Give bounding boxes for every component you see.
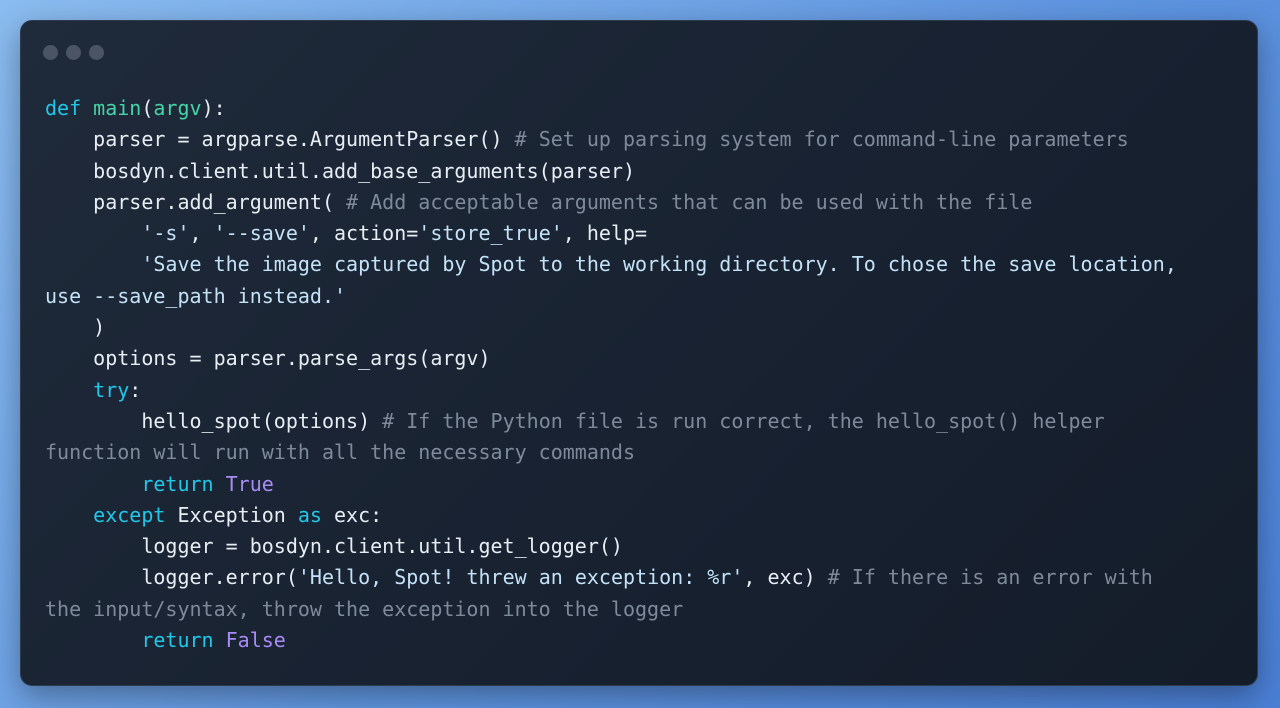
window-dot-3 (89, 45, 104, 60)
code-line: the input/syntax, throw the exception in… (45, 594, 1237, 625)
code-line: options = parser.parse_args(argv) (45, 343, 1237, 374)
code-token-plain: Exception (177, 502, 298, 527)
code-line: '-s', '--save', action='store_true', hel… (45, 218, 1237, 249)
code-line: bosdyn.client.util.add_base_arguments(pa… (45, 156, 1237, 187)
code-line: use --save_path instead.' (45, 281, 1237, 312)
code-token-bool: True (225, 471, 274, 496)
window-dot-2 (66, 45, 81, 60)
code-line: return True (45, 469, 1237, 500)
code-line: function will run with all the necessary… (45, 437, 1237, 468)
code-token-plain: ): (201, 96, 226, 120)
code-window: def main(argv): parser = argparse.Argume… (20, 20, 1258, 686)
code-block: def main(argv): parser = argparse.Argume… (45, 93, 1237, 656)
code-token-plain: , action= (309, 221, 419, 246)
code-token-plain: ) (45, 315, 106, 340)
code-token-str: 'Hello, Spot! threw an exception: %r' (297, 565, 744, 590)
code-token-bool: False (225, 628, 286, 653)
code-token-kw: return (141, 471, 226, 496)
code-token-plain: , (189, 221, 214, 246)
code-token-fn: main (93, 96, 142, 120)
code-line: hello_spot(options) # If the Python file… (45, 406, 1237, 437)
code-token-str: '-s' (141, 221, 190, 246)
code-line: def main(argv): (45, 93, 1237, 124)
window-controls (43, 45, 104, 60)
code-token-kw: except (93, 502, 178, 527)
code-token-plain: options = parser.parse_args(argv) (45, 346, 491, 371)
code-token-plain: hello_spot(options) (45, 408, 383, 433)
code-token-kw: try (93, 377, 130, 402)
code-token-comment: the input/syntax, throw the exception in… (45, 596, 684, 621)
code-token-comment: # Add acceptable arguments that can be u… (346, 189, 1033, 214)
code-line: logger = bosdyn.client.util.get_logger() (45, 531, 1237, 562)
code-token-comment: # Set up parsing system for command-line… (514, 127, 1129, 152)
code-line: logger.error('Hello, Spot! threw an exce… (45, 562, 1237, 593)
code-line: parser.add_argument( # Add acceptable ar… (45, 187, 1237, 218)
code-line: try: (45, 375, 1237, 406)
code-line: parser = argparse.ArgumentParser() # Set… (45, 124, 1237, 155)
code-token-comment: function will run with all the necessary… (45, 440, 636, 465)
code-token-plain: parser.add_argument( (45, 189, 347, 214)
code-token-plain: bosdyn.client.util.add_base_arguments(pa… (45, 158, 636, 183)
code-token-plain: : (129, 377, 142, 402)
code-token-param: argv (153, 96, 202, 120)
code-token-str: '--save' (213, 221, 310, 246)
code-token-plain: , exc) (743, 565, 828, 590)
code-line: 'Save the image captured by Spot to the … (45, 249, 1237, 280)
code-token-kw: def (45, 96, 94, 120)
code-token-str: 'store_true' (418, 221, 563, 246)
window-dot-1 (43, 45, 58, 60)
code-line: except Exception as exc: (45, 500, 1237, 531)
code-token-plain: ( (141, 96, 154, 120)
code-token-kw: as (297, 502, 335, 527)
code-token-plain: parser = argparse.ArgumentParser() (45, 127, 515, 152)
code-line: ) (45, 312, 1237, 343)
code-token-str: 'Save the image captured by Spot to the … (141, 252, 1177, 277)
code-token-comment: # If there is an error with (827, 565, 1153, 590)
code-line: return False (45, 625, 1237, 656)
code-token-comment: # If the Python file is run correct, the… (382, 408, 1105, 433)
code-token-plain: , help= (562, 221, 648, 246)
code-token-kw: return (141, 628, 226, 653)
code-token-plain: exc: (334, 502, 383, 527)
code-token-plain: logger.error( (45, 565, 298, 590)
code-token-plain: logger = bosdyn.client.util.get_logger() (45, 534, 623, 559)
code-token-str: use --save_path instead.' (45, 283, 347, 308)
